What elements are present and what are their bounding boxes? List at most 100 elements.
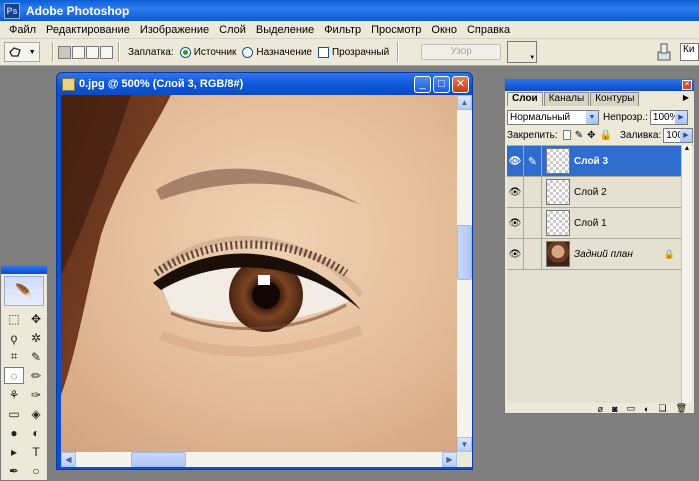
resize-grip[interactable] <box>457 452 472 467</box>
tab-paths[interactable]: Контуры <box>590 92 640 106</box>
maximize-button[interactable]: □ <box>433 76 450 93</box>
scroll-down-icon[interactable]: ▼ <box>457 437 472 452</box>
layer-mask-icon[interactable]: ◙ <box>612 404 617 414</box>
selection-subtract-button[interactable] <box>86 45 99 59</box>
layer-name: Слой 3 <box>574 155 609 167</box>
history-brush-icon[interactable]: ✑ <box>26 386 46 403</box>
eye-icon[interactable]: 👁 <box>507 145 524 177</box>
menu-select[interactable]: Выделение <box>251 24 319 36</box>
palette-well-field[interactable]: Ки <box>680 43 699 61</box>
menu-edit[interactable]: Редактирование <box>41 24 135 36</box>
close-button[interactable]: ✕ <box>452 76 469 93</box>
layers-scrollbar[interactable]: ▲ <box>681 145 692 403</box>
chevron-right-icon: ▶ <box>674 110 687 124</box>
adjustment-layer-icon[interactable]: ◐ <box>644 404 649 414</box>
scroll-right-icon[interactable]: ▶ <box>442 452 457 467</box>
scroll-left-icon[interactable]: ◀ <box>61 452 76 467</box>
magic-wand-icon[interactable]: ✲ <box>26 329 46 346</box>
lock-all-icon[interactable]: 🔒 <box>600 130 612 141</box>
brush-icon[interactable]: ✎ <box>524 145 542 177</box>
toolbox-title-bar[interactable] <box>1 266 47 274</box>
marquee-icon[interactable]: ⬚ <box>4 310 24 327</box>
layer-row-2[interactable]: 👁 Слой 2 <box>507 176 681 208</box>
shape-icon[interactable]: ○ <box>26 462 46 479</box>
selection-new-button[interactable] <box>58 45 71 59</box>
path-select-icon[interactable]: ▸ <box>4 443 24 460</box>
vertical-scroll-thumb[interactable] <box>457 225 472 280</box>
horizontal-scrollbar[interactable]: ◀ ▶ <box>61 452 457 467</box>
minimize-button[interactable]: _ <box>414 76 431 93</box>
type-icon[interactable]: T <box>26 443 46 460</box>
eraser-icon[interactable]: ▭ <box>4 405 24 422</box>
layer-name: Слой 1 <box>574 217 607 229</box>
slice-icon[interactable]: ✎ <box>26 348 46 365</box>
palette-title-bar[interactable]: ✕ <box>505 79 694 91</box>
menu-image[interactable]: Изображение <box>135 24 214 36</box>
brushes-palette-icon[interactable] <box>655 42 673 62</box>
palette-menu-icon[interactable]: ▶ <box>683 93 689 102</box>
transparent-checkbox[interactable] <box>317 46 329 58</box>
blur-icon[interactable]: ● <box>4 424 24 441</box>
bucket-icon[interactable]: ◈ <box>26 405 46 422</box>
horizontal-scroll-thumb[interactable] <box>131 452 186 467</box>
patch-icon[interactable]: ◌ <box>4 367 24 384</box>
link-slot[interactable] <box>524 238 542 270</box>
menu-view[interactable]: Просмотр <box>366 24 426 36</box>
brush-icon[interactable]: ✏ <box>26 367 46 384</box>
close-icon[interactable]: ✕ <box>682 80 692 90</box>
scroll-up-icon[interactable]: ▲ <box>457 95 472 110</box>
chevron-down-icon: ▼ <box>529 55 536 61</box>
trash-icon[interactable]: 🗑 <box>676 403 687 414</box>
fill-field[interactable]: 100% ▶ <box>663 127 693 143</box>
eye-icon[interactable]: 👁 <box>507 238 524 270</box>
lasso-icon[interactable]: ϙ <box>4 329 24 346</box>
stamp-icon[interactable]: ⚘ <box>4 386 24 403</box>
destination-label: Назначение <box>256 46 312 58</box>
lock-pixels-icon[interactable]: ✎ <box>575 130 583 141</box>
layer-list: 👁 ✎ Слой 3 👁 Слой 2 👁 Слой 1 👁 Задний пл… <box>507 145 693 403</box>
layer-row-3[interactable]: 👁 ✎ Слой 3 <box>507 145 681 177</box>
selection-intersect-button[interactable] <box>100 45 113 59</box>
document-title-bar[interactable]: 0.jpg @ 500% (Слой 3, RGB/8#) <box>57 73 472 95</box>
palette-tabs: Слои Каналы Контуры ▶ <box>507 92 693 106</box>
menu-layer[interactable]: Слой <box>214 24 251 36</box>
layers-bottom-bar: ø ◙ ▭ ◐ ❏ 🗑 <box>507 403 693 414</box>
lock-position-icon[interactable]: ✥ <box>587 130 595 141</box>
pen-icon[interactable]: ✒ <box>4 462 24 479</box>
eye-icon[interactable]: 👁 <box>507 176 524 208</box>
tab-channels[interactable]: Каналы <box>543 92 590 106</box>
lock-row: Закрепить: ✎ ✥ 🔒 Заливка: 100% ▶ <box>507 127 693 143</box>
new-set-icon[interactable]: ▭ <box>627 403 636 414</box>
blend-mode-select[interactable]: Нормальный ▼ <box>507 109 599 125</box>
layer-row-1[interactable]: 👁 Слой 1 <box>507 207 681 239</box>
tool-preset-picker[interactable]: ▼ <box>4 42 40 62</box>
link-slot[interactable] <box>524 176 542 208</box>
opacity-field[interactable]: 100% ▶ <box>649 109 688 125</box>
app-title-bar: Ps Adobe Photoshop <box>0 0 699 21</box>
scroll-up-icon[interactable]: ▲ <box>682 145 692 152</box>
destination-radio[interactable] <box>242 46 254 58</box>
menu-file[interactable]: Файл <box>4 24 41 36</box>
image-canvas[interactable] <box>61 95 457 452</box>
menu-window[interactable]: Окно <box>426 24 462 36</box>
new-layer-icon[interactable]: ❏ <box>658 403 666 414</box>
source-radio[interactable] <box>179 46 191 58</box>
use-pattern-button[interactable]: Узор <box>421 44 502 60</box>
menu-filter[interactable]: Фильтр <box>319 24 366 36</box>
vertical-scrollbar[interactable]: ▲ ▼ <box>457 95 472 452</box>
layer-style-icon[interactable]: ø <box>598 404 604 414</box>
crop-icon[interactable]: ⌗ <box>4 348 24 365</box>
move-icon[interactable]: ✥ <box>26 310 46 327</box>
lock-transparency-checkbox[interactable] <box>562 130 571 140</box>
dodge-icon[interactable]: ◐ <box>26 424 46 441</box>
tab-layers[interactable]: Слои <box>507 92 543 106</box>
menu-help[interactable]: Справка <box>462 24 515 36</box>
eye-icon[interactable]: 👁 <box>507 207 524 239</box>
link-slot[interactable] <box>524 207 542 239</box>
photoshop-logo-icon: Ps <box>4 2 20 19</box>
pattern-picker[interactable]: ▼ <box>507 41 538 63</box>
source-label: Источник <box>193 46 237 58</box>
layer-row-background[interactable]: 👁 Задний план 🔒 <box>507 238 681 270</box>
selection-add-button[interactable] <box>72 45 85 59</box>
layer-name: Слой 2 <box>574 186 607 198</box>
